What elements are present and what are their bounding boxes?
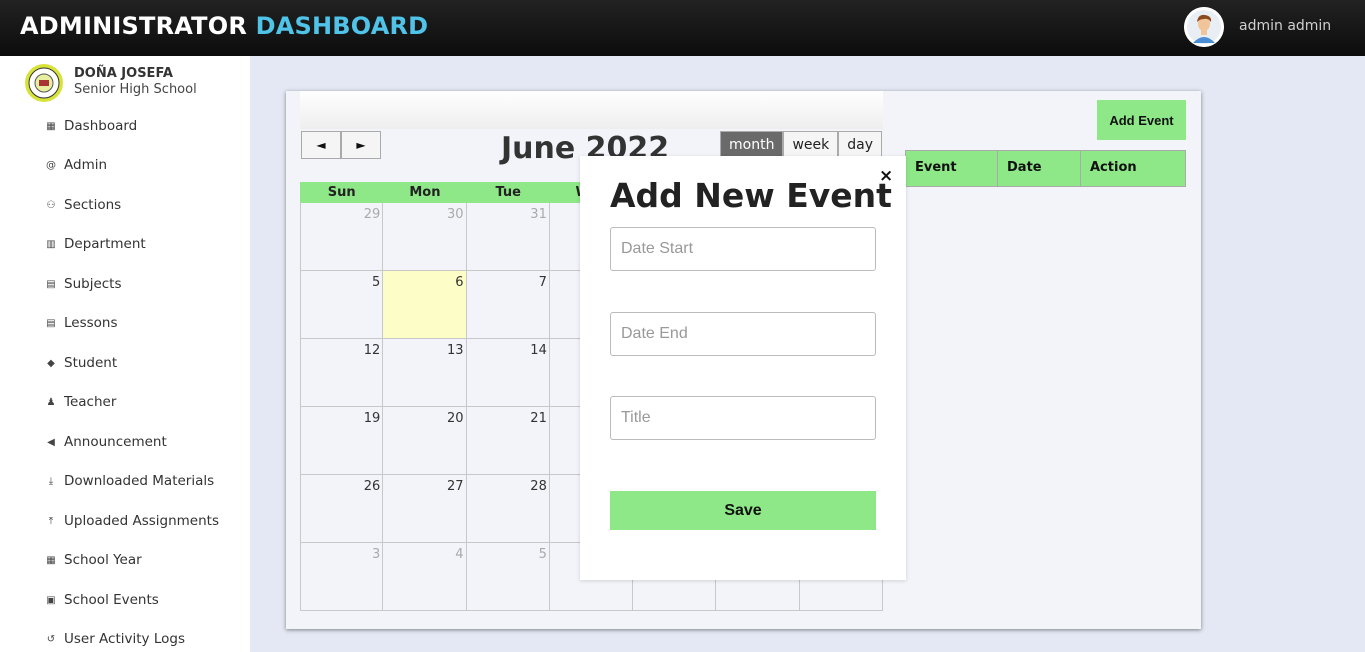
upload-icon: ⤒ (48, 515, 54, 527)
book-icon: ▤ (46, 317, 56, 329)
calendar-header-bar (300, 91, 883, 129)
add-event-button[interactable]: Add Event (1097, 100, 1186, 140)
sidebar-item-label: Sections (64, 197, 122, 213)
calendar-day-cell[interactable]: 12 (300, 339, 384, 407)
calendar-day-cell[interactable]: 26 (300, 475, 384, 543)
view-week-button[interactable]: week (783, 131, 839, 159)
sidebar-item-label: Department (64, 236, 146, 252)
sidebar-item-label: Dashboard (64, 118, 138, 134)
calendar-view-switcher: month week day (720, 131, 883, 159)
avatar[interactable] (1184, 7, 1224, 47)
school-logo (24, 63, 64, 103)
sidebar-item-user-activity-logs[interactable]: ↺ User Activity Logs (44, 628, 185, 650)
calendar-check-icon: ▣ (46, 594, 56, 606)
calendar-nav: ◄ ► (301, 131, 381, 159)
book-icon: ▤ (46, 278, 56, 290)
sidebar-item-lessons[interactable]: ▤ Lessons (44, 312, 118, 334)
calendar-day-cell[interactable]: 6 (383, 271, 467, 339)
megaphone-icon: ◀ (47, 436, 55, 448)
events-table-header: Event Date Action (905, 150, 1186, 187)
calendar-day-cell[interactable]: 5 (466, 543, 550, 611)
school-name: DOÑA JOSEFA (74, 66, 173, 81)
calendar-day-cell[interactable]: 29 (300, 203, 384, 271)
calendar-day-cell[interactable]: 14 (466, 339, 550, 407)
sidebar-item-label: Admin (64, 157, 108, 173)
sidebar-item-dashboard[interactable]: ▦ Dashboard (44, 115, 137, 137)
sidebar-item-downloaded-materials[interactable]: ⤓ Downloaded Materials (44, 470, 214, 492)
view-month-button[interactable]: month (720, 131, 784, 159)
sidebar-item-subjects[interactable]: ▤ Subjects (44, 273, 122, 295)
school-subtitle: Senior High School (74, 82, 197, 97)
calendar-day-cell[interactable]: 3 (300, 543, 384, 611)
calendar-day-cell[interactable]: 4 (383, 543, 467, 611)
sidebar-item-uploaded-assignments[interactable]: ⤒ Uploaded Assignments (44, 510, 219, 532)
title-input[interactable] (610, 396, 876, 440)
day-of-week-label: Mon (409, 185, 441, 200)
calendar-day-cell[interactable]: 5 (300, 271, 384, 339)
grid-icon: ▦ (46, 120, 56, 132)
prev-month-button[interactable]: ◄ (301, 131, 341, 159)
day-of-week-label: Sun (327, 185, 356, 200)
sidebar-item-label: Announcement (64, 434, 167, 450)
history-icon: ↺ (46, 633, 56, 645)
column-header-date[interactable]: Date (998, 151, 1081, 186)
app-title-main: ADMINISTRATOR (20, 12, 248, 40)
person-icon: ♟ (46, 396, 56, 408)
sidebar-item-label: User Activity Logs (64, 631, 185, 647)
user-name[interactable]: admin admin (1239, 18, 1331, 34)
view-day-button[interactable]: day (838, 131, 883, 159)
day-of-week-label: Tue (495, 185, 521, 200)
calendar-day-cell[interactable]: 7 (466, 271, 550, 339)
calendar-day-cell[interactable]: 19 (300, 407, 384, 475)
app-title: ADMINISTRATOR DASHBOARD (20, 12, 428, 40)
graduation-cap-icon: ◆ (47, 357, 55, 369)
sidebar-item-label: School Year (64, 552, 142, 568)
calendar-day-cell[interactable]: 28 (466, 475, 550, 543)
user-avatar-icon (1184, 7, 1224, 47)
sidebar-item-sections[interactable]: ⚇ Sections (44, 194, 122, 216)
sidebar-item-label: Lessons (64, 315, 118, 331)
at-icon: @ (46, 159, 56, 171)
save-button[interactable]: Save (610, 491, 876, 530)
calendar-icon: ▦ (46, 554, 56, 566)
next-month-button[interactable]: ► (341, 131, 381, 159)
date-end-input[interactable] (610, 312, 876, 356)
sidebar-item-department[interactable]: ▥ Department (44, 233, 146, 255)
sidebar-item-admin[interactable]: @ Admin (44, 154, 107, 176)
sidebar-item-label: School Events (64, 592, 159, 608)
calendar-day-cell[interactable]: 30 (383, 203, 467, 271)
calendar-day-cell[interactable]: 21 (466, 407, 550, 475)
sidebar-item-announcement[interactable]: ◀ Announcement (44, 431, 167, 453)
sidebar-item-label: Student (64, 355, 118, 371)
column-header-action[interactable]: Action (1081, 151, 1185, 186)
download-icon: ⤓ (48, 475, 54, 487)
sidebar-item-label: Teacher (64, 394, 117, 410)
sidebar-item-school-year[interactable]: ▦ School Year (44, 549, 142, 571)
calendar-day-cell[interactable]: 20 (383, 407, 467, 475)
calendar-day-cell[interactable]: 13 (383, 339, 467, 407)
sidebar-item-label: Subjects (64, 276, 122, 292)
sidebar-item-teacher[interactable]: ♟ Teacher (44, 391, 117, 413)
building-icon: ▥ (46, 238, 56, 250)
sidebar-item-student[interactable]: ◆ Student (44, 352, 117, 374)
sidebar: DOÑA JOSEFA Senior High School ▦ Dashboa… (0, 56, 250, 652)
sidebar-item-label: Downloaded Materials (64, 473, 215, 489)
date-start-input[interactable] (610, 227, 876, 271)
add-event-modal: × Add New Event Save (580, 156, 906, 580)
users-icon: ⚇ (46, 199, 56, 211)
modal-title: Add New Event (610, 176, 892, 215)
sidebar-item-school-events[interactable]: ▣ School Events (44, 589, 159, 611)
column-header-event[interactable]: Event (906, 151, 998, 186)
app-title-accent: DASHBOARD (255, 12, 429, 40)
top-bar: ADMINISTRATOR DASHBOARD admin admin (0, 0, 1365, 56)
calendar-day-cell[interactable]: 27 (383, 475, 467, 543)
calendar-day-cell[interactable]: 31 (466, 203, 550, 271)
sidebar-item-label: Uploaded Assignments (64, 513, 219, 529)
